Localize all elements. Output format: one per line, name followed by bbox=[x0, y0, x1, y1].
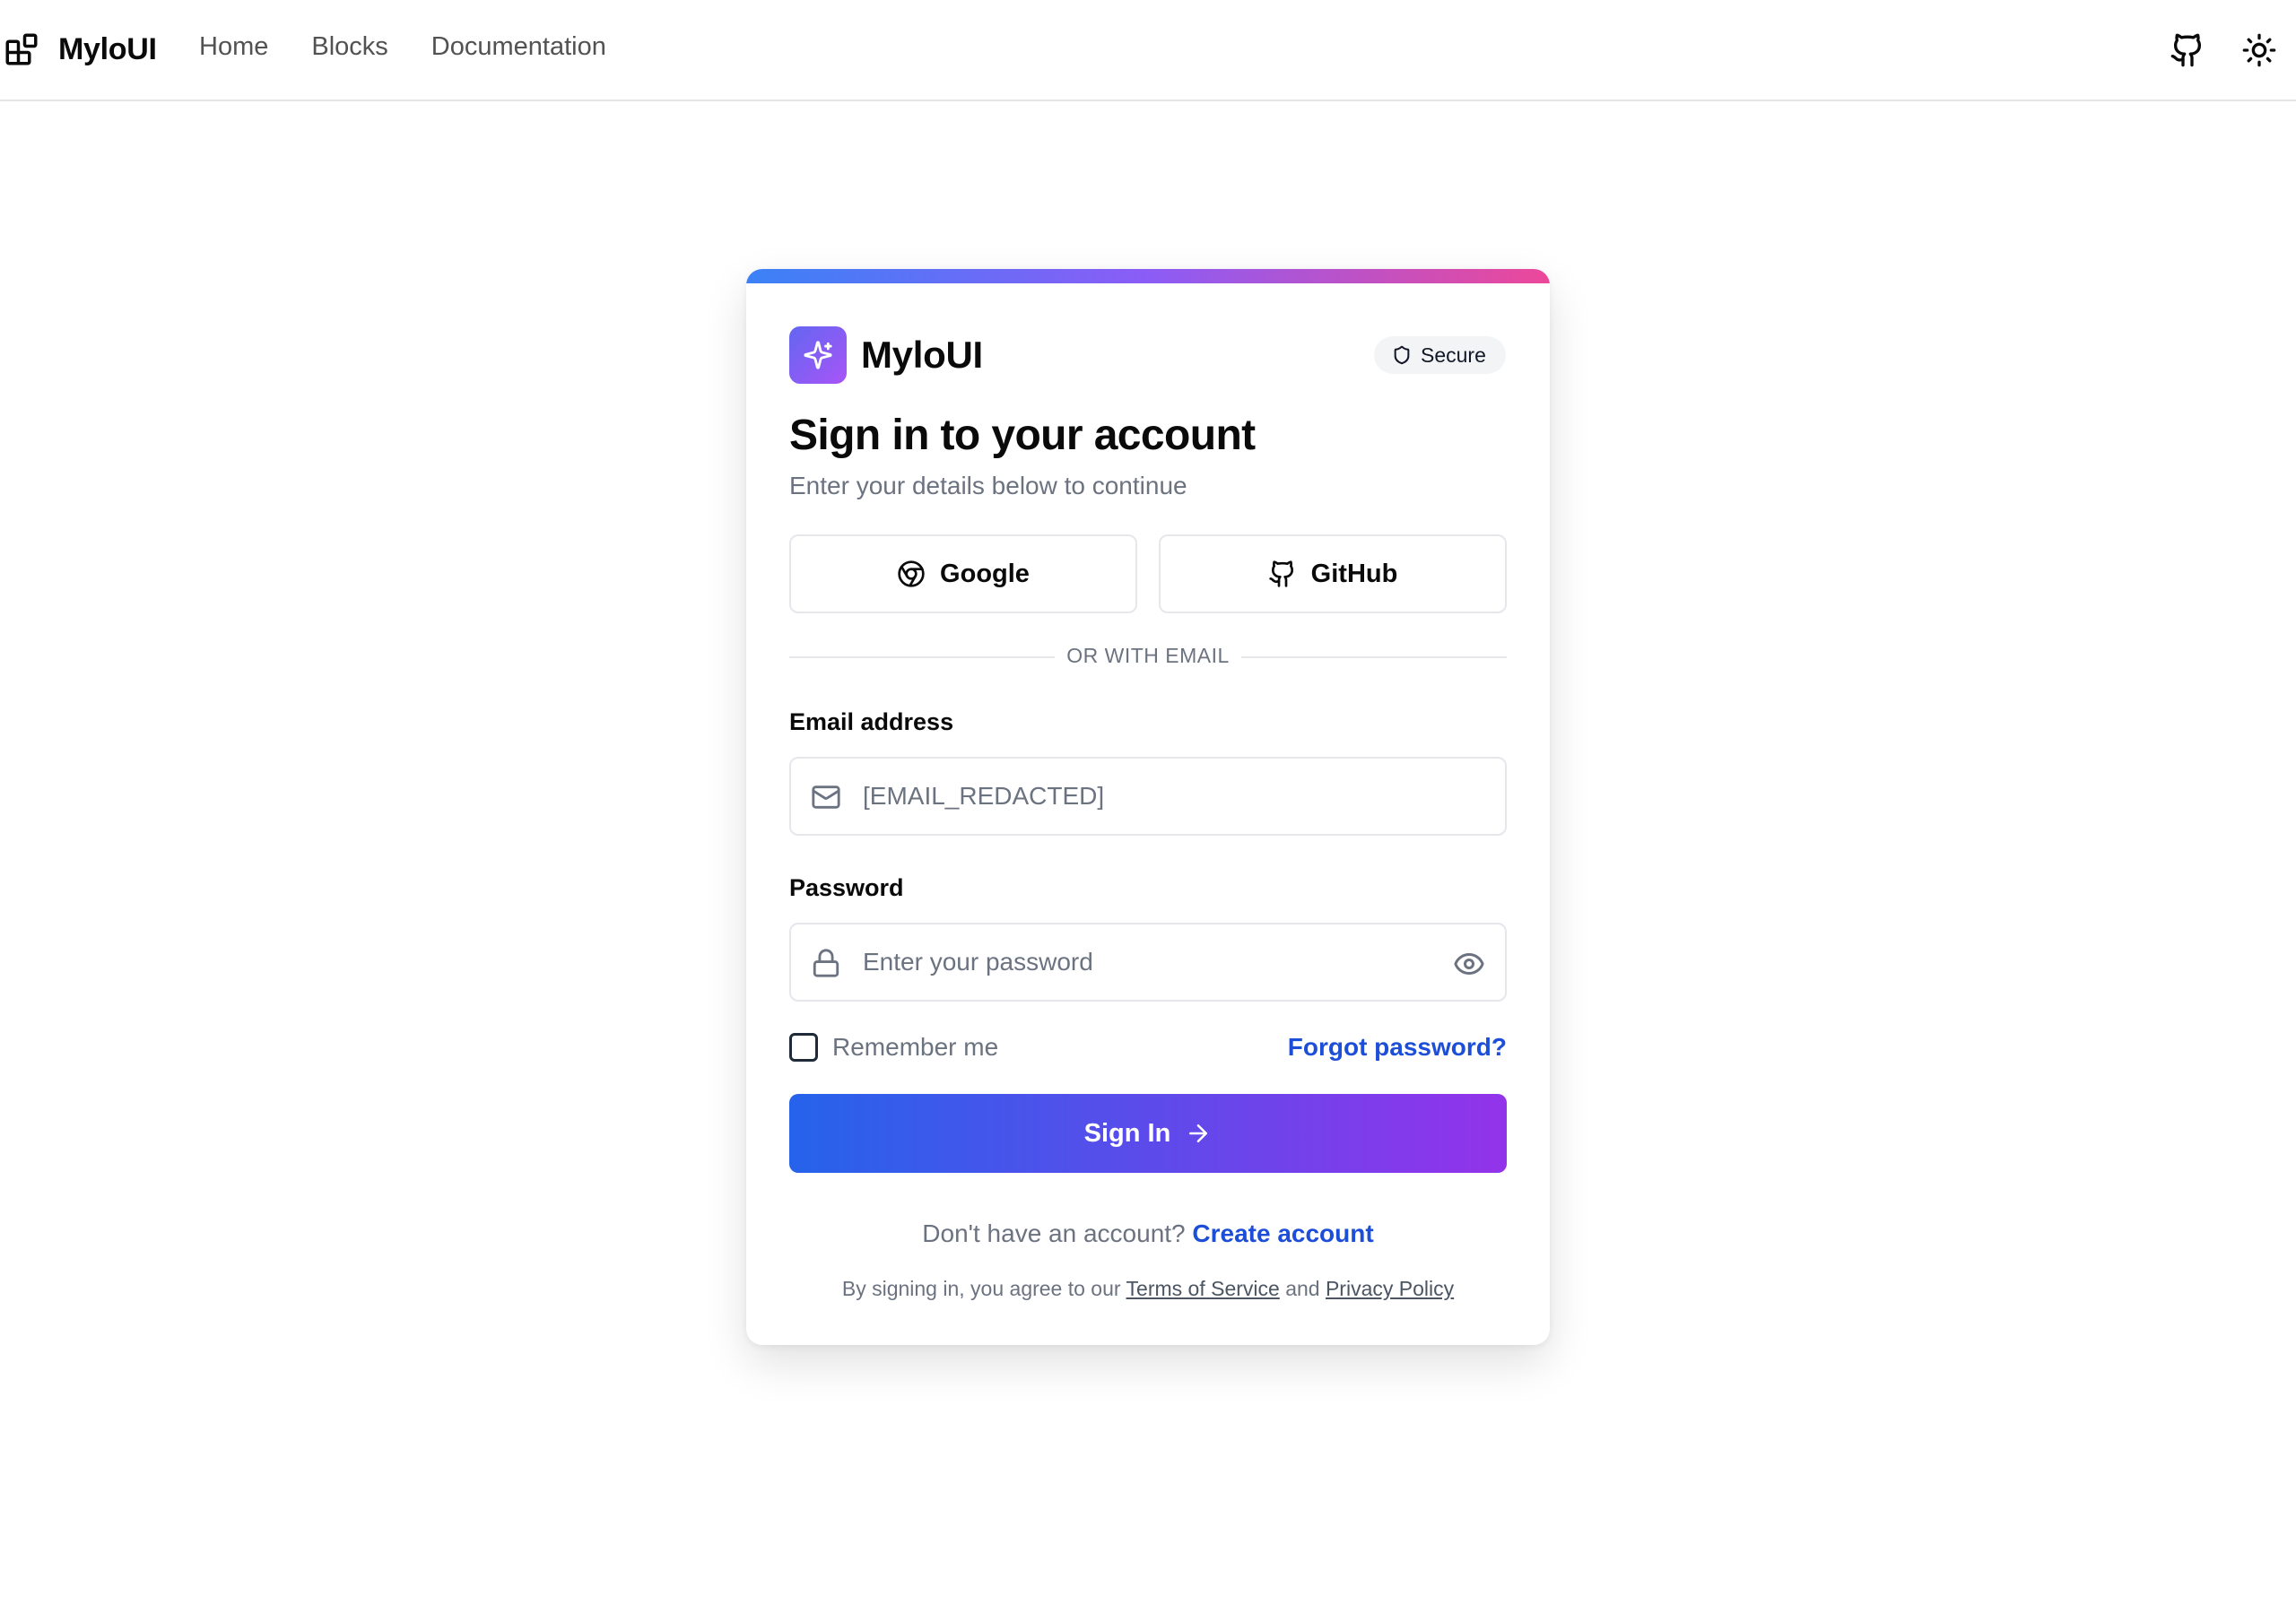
github-icon[interactable] bbox=[2170, 32, 2205, 68]
remember-me-label: Remember me bbox=[832, 1033, 999, 1061]
github-signin-button[interactable]: GitHub bbox=[1159, 534, 1507, 613]
sign-in-button-label: Sign In bbox=[1083, 1118, 1171, 1148]
privacy-policy-link[interactable]: Privacy Policy bbox=[1326, 1277, 1454, 1300]
lock-icon bbox=[813, 949, 839, 977]
github-button-label: GitHub bbox=[1310, 559, 1398, 588]
divider-line-right bbox=[1241, 656, 1507, 658]
nav-blocks-link[interactable]: Blocks bbox=[311, 32, 387, 62]
password-field[interactable] bbox=[863, 924, 1437, 1000]
legal-prefix: By signing in, you agree to our bbox=[841, 1277, 1121, 1300]
arrow-right-icon bbox=[1189, 1124, 1208, 1142]
page-subtitle: Enter your details below to continue bbox=[789, 472, 1187, 499]
sparkles-icon bbox=[804, 341, 832, 369]
sun-icon[interactable] bbox=[2241, 32, 2277, 68]
nav-home-link[interactable]: Home bbox=[199, 32, 268, 62]
signup-prompt: Don't have an account? Create account bbox=[746, 1219, 1550, 1248]
legal-notice: By signing in, you agree to our Terms of… bbox=[746, 1277, 1550, 1301]
brand-link[interactable]: MyloUI bbox=[3, 30, 157, 68]
remember-me[interactable]: Remember me bbox=[789, 1033, 998, 1062]
or-divider: OR WITH EMAIL bbox=[789, 644, 1507, 671]
secure-badge: Secure bbox=[1374, 336, 1506, 374]
email-label: Email address bbox=[789, 708, 954, 735]
shield-icon bbox=[1394, 345, 1410, 365]
card-brand-name: MyloUI bbox=[861, 334, 983, 376]
email-field-wrapper bbox=[789, 757, 1507, 836]
page-title: Sign in to your account bbox=[789, 412, 1256, 459]
remember-me-checkbox[interactable] bbox=[789, 1033, 818, 1062]
card-accent-bar bbox=[746, 269, 1550, 283]
brand-name: MyloUI bbox=[58, 31, 157, 66]
legal-and: and bbox=[1285, 1277, 1320, 1300]
create-account-link[interactable]: Create account bbox=[1192, 1219, 1373, 1247]
card-logo bbox=[789, 326, 847, 384]
password-field-wrapper bbox=[789, 923, 1507, 1002]
blocks-logo-icon bbox=[5, 33, 38, 65]
nav-documentation-link[interactable]: Documentation bbox=[431, 32, 606, 62]
main-nav: Home Blocks Documentation bbox=[199, 32, 606, 62]
mail-icon bbox=[812, 785, 840, 809]
top-nav: MyloUI Home Blocks Documentation bbox=[0, 0, 2296, 101]
password-label: Password bbox=[789, 874, 904, 901]
email-field[interactable] bbox=[863, 759, 1437, 834]
google-signin-button[interactable]: Google bbox=[789, 534, 1137, 613]
eye-icon[interactable] bbox=[1453, 948, 1485, 980]
github-icon bbox=[1269, 560, 1293, 587]
google-button-label: Google bbox=[940, 559, 1030, 588]
chrome-icon bbox=[898, 560, 925, 587]
terms-of-service-link[interactable]: Terms of Service bbox=[1126, 1277, 1280, 1300]
signup-prompt-text: Don't have an account? bbox=[922, 1219, 1186, 1247]
secure-badge-label: Secure bbox=[1421, 343, 1486, 367]
forgot-password-link[interactable]: Forgot password? bbox=[1288, 1033, 1507, 1062]
signin-card: MyloUI Secure Sign in to your account En… bbox=[746, 269, 1550, 1345]
sign-in-button[interactable]: Sign In bbox=[789, 1094, 1507, 1173]
